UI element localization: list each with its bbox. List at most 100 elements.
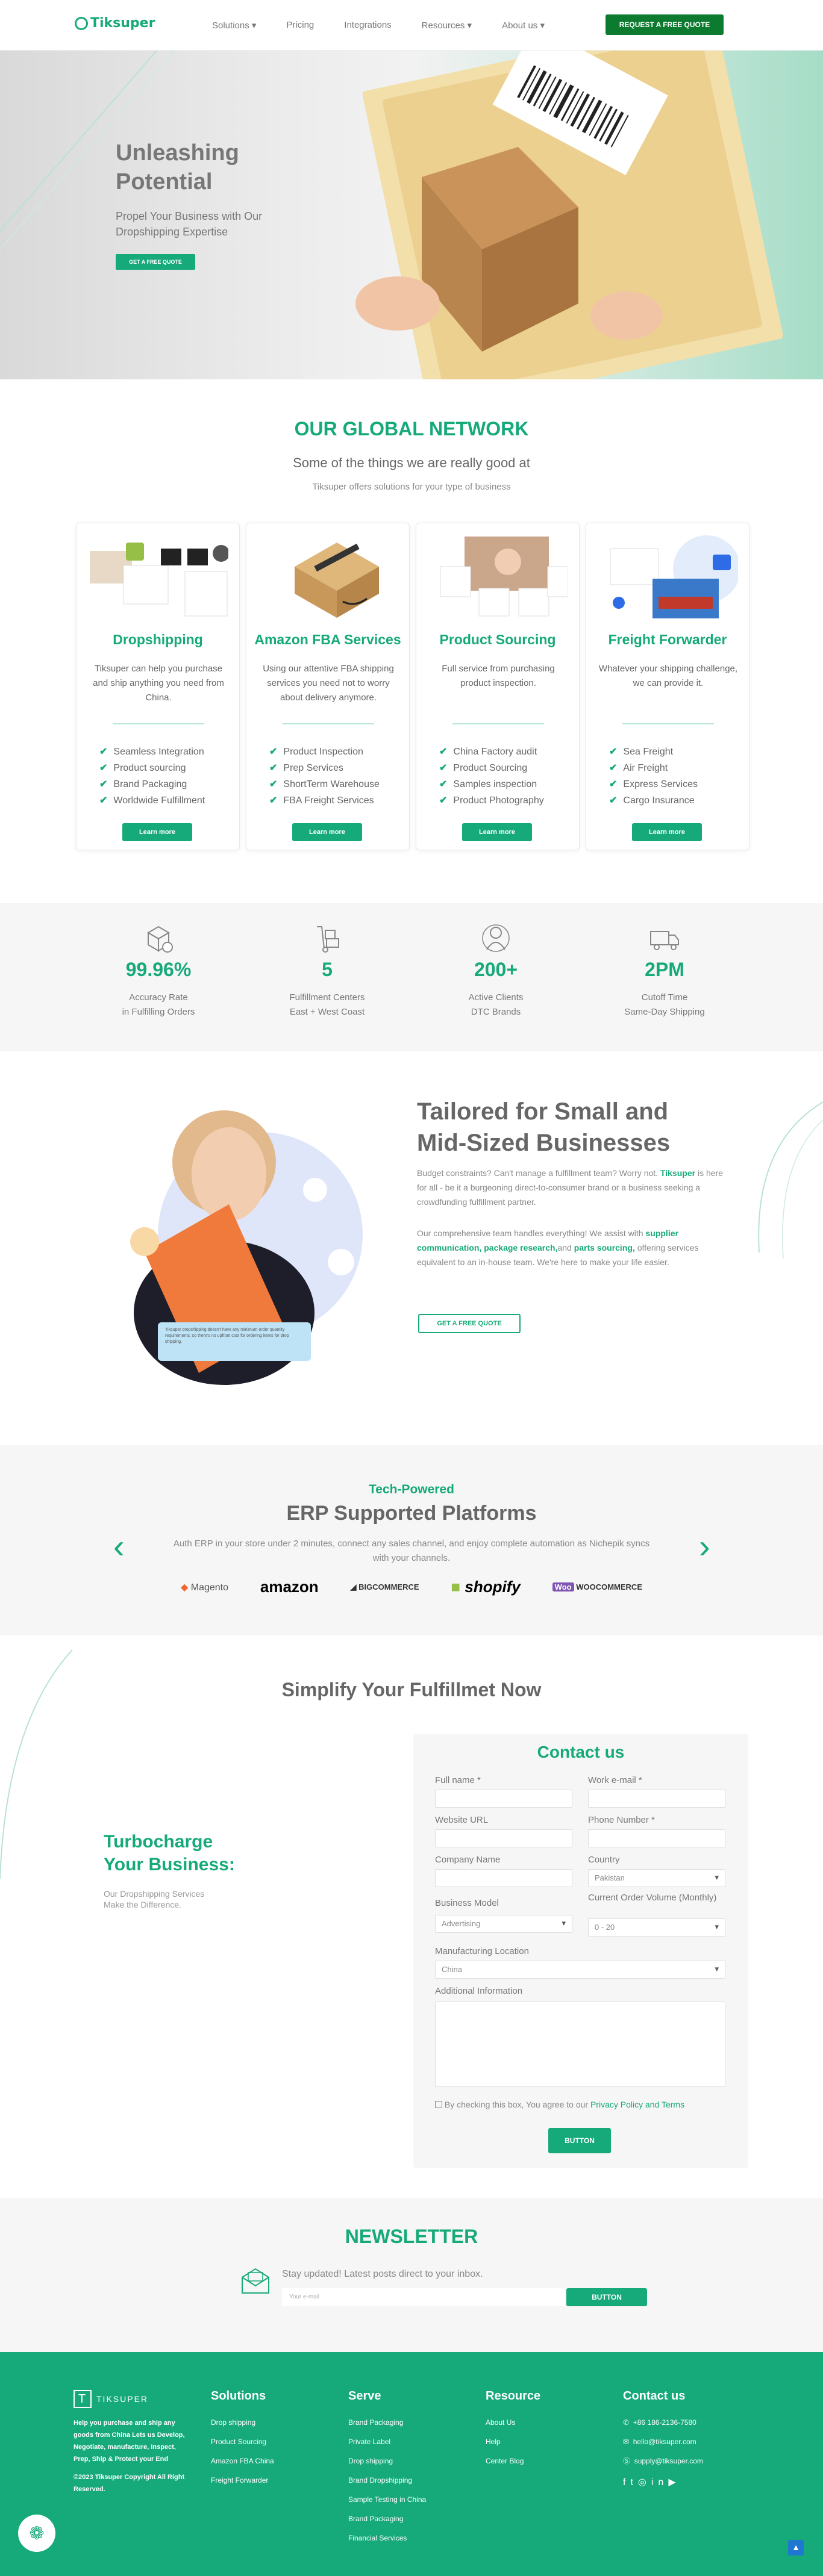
phone-input[interactable] [588,1829,725,1847]
carousel-next-icon[interactable]: › [699,1529,710,1563]
footer-link[interactable]: Brand Dropshipping [348,2471,426,2490]
stat-value: 200+ [474,959,518,980]
service-card-amazon-fba: Amazon FBA Services Using our attentive … [246,523,410,850]
footer-phone[interactable]: ✆ +86 186-2136-7580 [623,2413,703,2432]
card-divider [283,723,374,724]
footer-link[interactable]: Freight Forwarder [211,2471,274,2490]
service-card-freight-forwarder: Freight Forwarder Whatever your shipping… [586,523,749,850]
stat-label: Active Clients [468,992,524,1003]
business-model-select[interactable]: Advertising [435,1915,572,1933]
privacy-policy-link[interactable]: Privacy Policy and Terms [590,2100,684,2109]
company-input[interactable] [435,1869,572,1887]
linkedin-icon[interactable]: in [651,2477,668,2487]
newsletter-submit-button[interactable]: BUTTON [566,2288,647,2306]
website-input[interactable] [435,1829,572,1847]
website-label: Website URL [435,1815,489,1825]
nav-resources[interactable]: Resources ▾ [422,20,472,31]
hero-subtitle: Propel Your Business with Our Dropshippi… [116,210,263,238]
footer-email[interactable]: ✉ hello@tiksuper.com [623,2432,703,2451]
learn-more-button[interactable]: Learn more [462,823,532,841]
card-feature-list: ✔ Sea Freight ✔ Air Freight ✔ Express Servi… [609,744,698,809]
footer-link[interactable]: Drop shipping [211,2413,274,2432]
nav-solutions[interactable]: Solutions ▾ [212,20,256,31]
footer-copyright: ©2023 Tiksuper Copyright All Right Reser… [74,2474,185,2493]
network-subtitle: Some of the things we are really good at [293,455,530,470]
submit-button[interactable]: BUTTON [548,2128,611,2153]
turbocharge-text: Our Dropshipping Services Make the Differ… [104,1889,205,1909]
list-item: ✔ Air Freight [609,760,698,776]
contact-form: Contact us Full name * Work e-mail * Web… [413,1734,748,2168]
country-label: Country [588,1855,620,1865]
footer-link[interactable]: Product Sourcing [211,2432,274,2451]
hero: Unleashing Potential Propel Your Business… [0,51,823,379]
site-header: Tiksuper Solutions ▾ Pricing Integration… [0,0,823,51]
footer-link[interactable]: Sample Testing in China [348,2490,426,2509]
social-icons: ft◎in▶ [623,2473,703,2492]
footer-link[interactable]: Private Label [348,2432,426,2451]
additional-info-textarea[interactable] [435,2002,725,2087]
card-text: Whatever your shipping challenge, we can… [598,664,738,688]
footer-resource: Resource About Us Help Center Blog [486,2389,540,2471]
footer-link[interactable]: Financial Services [348,2528,426,2548]
footer-link[interactable]: Drop shipping [348,2451,426,2471]
footer-link[interactable]: Center Blog [486,2451,540,2471]
instagram-icon[interactable]: ◎ [638,2477,651,2487]
twitter-icon[interactable]: t [630,2477,637,2487]
footer-heading: Resource [486,2389,541,2403]
decorative-curve [0,1649,73,1879]
chat-widget-icon[interactable]: ❁ [18,2515,55,2552]
logo[interactable]: Tiksuper [75,16,155,31]
facebook-icon[interactable]: f [623,2477,630,2487]
work-email-input[interactable] [588,1790,725,1808]
hero-quote-button[interactable]: GET A FREE QUOTE [116,254,195,270]
learn-more-button[interactable]: Learn more [292,823,362,841]
list-item: ✔ Seamless Integration [99,744,205,760]
request-quote-button[interactable]: REQUEST A FREE QUOTE [606,14,724,35]
stat-label: Fulfillment Centers [289,992,365,1003]
mfg-location-select[interactable]: China [435,1961,725,1979]
card-title: Amazon FBA Services [254,632,401,647]
country-select[interactable]: Pakistan [588,1869,725,1887]
learn-more-button[interactable]: Learn more [122,823,192,841]
stat-value: 99.96% [125,959,192,980]
box-check-icon [147,926,173,953]
learn-more-button[interactable]: Learn more [632,823,702,841]
skype-icon: Ⓢ [623,2457,631,2465]
nav-pricing[interactable]: Pricing [286,20,314,31]
carousel-prev-icon[interactable]: ‹ [113,1529,125,1563]
footer-logo[interactable]: T TIKSUPER [74,2389,188,2409]
consent-checkbox[interactable] [435,2101,442,2108]
check-icon: ✔ [439,779,448,789]
footer-link[interactable]: Brand Packaging [348,2509,426,2528]
product-sourcing-image [440,537,568,617]
erp-section: Tech-Powered ERP Supported Platforms Aut… [0,1445,823,1635]
check-icon: ✔ [439,795,448,806]
erp-kicker: Tech-Powered [369,1482,454,1496]
simplify-title: Simplify Your Fulfillmet Now [281,1679,542,1700]
freight-image [610,535,738,618]
full-name-input[interactable] [435,1790,572,1808]
company-label: Company Name [435,1855,501,1865]
nav-about[interactable]: About us ▾ [502,20,545,31]
footer-link[interactable]: Amazon FBA China [211,2451,274,2471]
newsletter-email-input[interactable]: Your e-mail [282,2288,565,2306]
stat-sublabel: DTC Brands [471,1007,521,1017]
stats-section: 99.96% Accuracy Rate in Fulfilling Orders… [0,903,823,1051]
footer-skype[interactable]: Ⓢ supply@tiksuper.com [623,2451,703,2471]
newsletter-text: Stay updated! Latest posts direct to you… [282,2269,483,2279]
list-item: ✔ Product Inspection [269,744,380,760]
card-feature-list: ✔ Seamless Integration ✔ Product sourcing … [99,744,205,809]
platform-logos: ◆ Magento amazon ◢ BIGCOMMERCE ■ shopify… [181,1578,642,1596]
volume-select[interactable]: 0 - 20 [588,1918,725,1937]
nav-integrations[interactable]: Integrations [344,20,391,31]
youtube-icon[interactable]: ▶ [668,2477,680,2487]
tailored-quote-button[interactable]: GET A FREE QUOTE [418,1314,521,1333]
footer-link[interactable]: Help [486,2432,540,2451]
footer-link[interactable]: About Us [486,2413,540,2432]
scroll-top-icon[interactable]: ▲ [788,2540,804,2556]
footer-link[interactable]: Brand Packaging [348,2413,426,2432]
tailored-paragraph-2: Our comprehensive team handles everythin… [417,1228,699,1267]
list-item: ✔ Samples inspection [439,776,544,792]
mail-icon: ✉ [623,2438,630,2446]
network-tagline: Tiksuper offers solutions for your type … [312,482,511,492]
